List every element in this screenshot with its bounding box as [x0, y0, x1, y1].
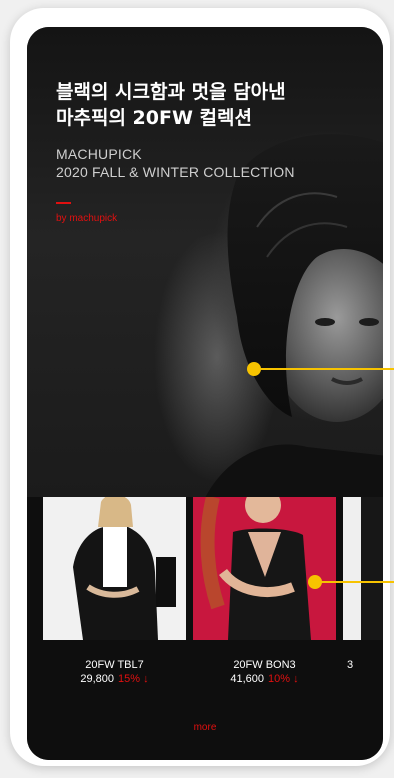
- product-card[interactable]: 3: [343, 497, 383, 672]
- product-photo-partial: [343, 497, 383, 640]
- product-photo-tbl7: [43, 497, 186, 640]
- product-carousel[interactable]: 20FW TBL7 29,800 15% ↓ 20FW BON3 41,600 …: [27, 497, 383, 760]
- product-image[interactable]: [343, 497, 383, 640]
- product-photo-bon3: [193, 497, 336, 640]
- hero-subtitle: MACHUPICK 2020 FALL & WINTER COLLECTION: [56, 146, 295, 180]
- hero-byline: by machupick: [56, 213, 118, 224]
- product-price-line: 41,600 10% ↓: [193, 672, 336, 686]
- discount-value: 15%: [118, 673, 141, 685]
- callout-line-product: [319, 581, 394, 583]
- product-price: 29,800: [80, 673, 115, 685]
- page: 블랙의 시크함과 멋을 담아낸 마추픽의 20FW 컬렉션 MACHUPICK …: [0, 0, 394, 778]
- product-image[interactable]: [43, 497, 186, 640]
- callout-line-hero: [258, 368, 394, 370]
- product-image[interactable]: [193, 497, 336, 640]
- product-card[interactable]: 20FW TBL7 29,800 15% ↓: [43, 497, 186, 686]
- product-price: 3: [347, 659, 354, 671]
- product-card[interactable]: 20FW BON3 41,600 10% ↓: [193, 497, 336, 686]
- down-arrow-icon: ↓: [293, 673, 299, 685]
- product-price: 41,600: [230, 673, 265, 685]
- hero-title: 블랙의 시크함과 멋을 담아낸 마추픽의 20FW 컬렉션: [56, 81, 286, 129]
- product-name[interactable]: 20FW BON3: [193, 658, 336, 672]
- product-discount: 15% ↓: [118, 673, 149, 685]
- product-price-line: 29,800 15% ↓: [43, 672, 186, 686]
- more-link[interactable]: more: [27, 722, 383, 733]
- hero-banner[interactable]: 블랙의 시크함과 멋을 담아낸 마추픽의 20FW 컬렉션 MACHUPICK …: [27, 27, 383, 517]
- product-price-line: 3: [343, 658, 383, 672]
- discount-value: 10%: [268, 673, 291, 685]
- product-name[interactable]: 20FW TBL7: [43, 658, 186, 672]
- product-discount: 10% ↓: [268, 673, 299, 685]
- accent-divider: [56, 202, 71, 204]
- phone-screen: 블랙의 시크함과 멋을 담아낸 마추픽의 20FW 컬렉션 MACHUPICK …: [27, 27, 383, 760]
- down-arrow-icon: ↓: [143, 673, 149, 685]
